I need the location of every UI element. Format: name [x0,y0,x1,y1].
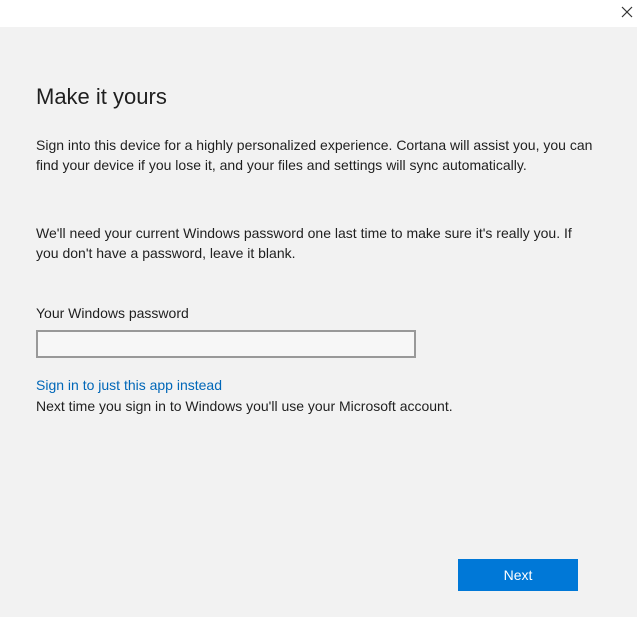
password-label: Your Windows password [36,305,189,321]
password-explanation: We'll need your current Windows password… [36,225,572,261]
close-button[interactable] [617,0,637,24]
intro-paragraph: Sign into this device for a highly perso… [36,137,593,173]
dialog-window: Make it yours Sign into this device for … [0,0,637,618]
sign-in-app-only-link[interactable]: Sign in to just this app instead [36,375,222,395]
password-input[interactable] [36,330,416,358]
title-bar [0,0,637,27]
close-icon [621,6,633,18]
page-title: Make it yours [36,84,167,109]
content-panel: Make it yours Sign into this device for … [0,27,637,617]
next-button[interactable]: Next [458,559,578,591]
microsoft-account-hint: Next time you sign in to Windows you'll … [36,398,453,414]
